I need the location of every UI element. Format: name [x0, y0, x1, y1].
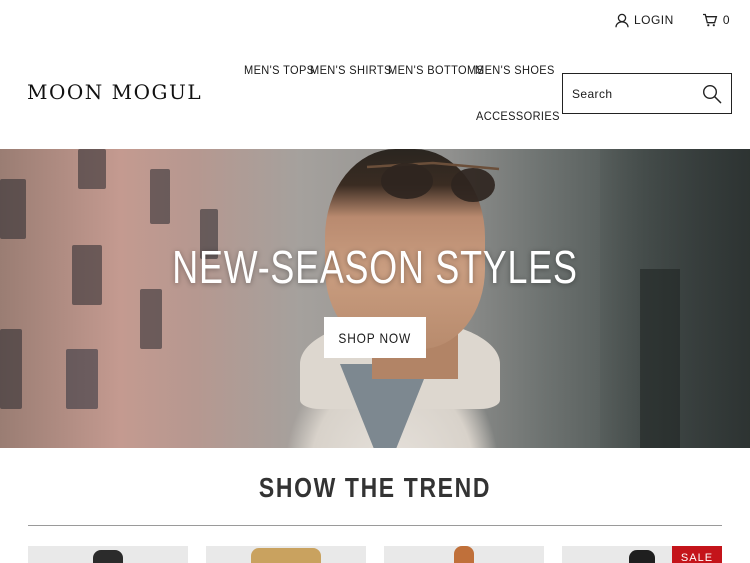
shop-now-button[interactable]: SHOP NOW — [324, 317, 426, 358]
hero-title: NEW-SEASON STYLES — [172, 241, 578, 293]
background-window — [0, 329, 22, 409]
product-card[interactable]: SALE — [562, 546, 722, 563]
nav-item-mens-tops[interactable]: MEN'S TOPS — [244, 63, 314, 77]
nav-item-mens-shoes[interactable]: MEN'S SHOES — [475, 63, 555, 77]
background-building — [640, 269, 680, 448]
background-window — [150, 169, 170, 224]
product-image — [251, 548, 321, 563]
product-card[interactable] — [28, 546, 188, 563]
search-input[interactable] — [572, 86, 692, 101]
product-image — [629, 550, 655, 563]
product-card[interactable] — [384, 546, 544, 563]
product-card[interactable] — [206, 546, 366, 563]
background-window — [140, 289, 162, 349]
background-window — [78, 149, 106, 189]
cart-link[interactable]: 0 — [702, 13, 730, 27]
nav-item-mens-bottoms[interactable]: MEN'S BOTTOMS — [388, 63, 484, 77]
background-window — [66, 349, 98, 409]
cart-count: 0 — [722, 13, 730, 27]
main-nav: MEN'S TOPS MEN'S SHIRTS MEN'S BOTTOMS ME… — [240, 60, 559, 130]
sunglasses-icon — [366, 161, 500, 202]
sale-badge: SALE — [672, 546, 722, 563]
user-icon — [615, 13, 629, 28]
login-link[interactable]: LOGIN — [615, 13, 674, 28]
cart-icon — [702, 13, 718, 27]
search-icon[interactable] — [701, 83, 723, 105]
nav-item-mens-shirts[interactable]: MEN'S SHIRTS — [310, 63, 392, 77]
nav-item-accessories[interactable]: ACCESSORIES — [476, 109, 560, 123]
hero-banner: NEW-SEASON STYLES SHOP NOW — [0, 149, 750, 448]
product-image — [93, 550, 123, 563]
shop-now-label: SHOP NOW — [338, 329, 412, 346]
utility-bar: LOGIN 0 — [615, 10, 730, 30]
login-label: LOGIN — [633, 13, 674, 27]
product-image — [454, 546, 474, 563]
section-divider — [28, 525, 722, 526]
product-grid: SALE — [28, 546, 722, 563]
section-title: SHOW THE TREND — [258, 472, 492, 503]
search-box — [562, 73, 732, 114]
site-logo[interactable]: MOON MOGUL — [27, 80, 202, 104]
background-window — [0, 179, 26, 239]
